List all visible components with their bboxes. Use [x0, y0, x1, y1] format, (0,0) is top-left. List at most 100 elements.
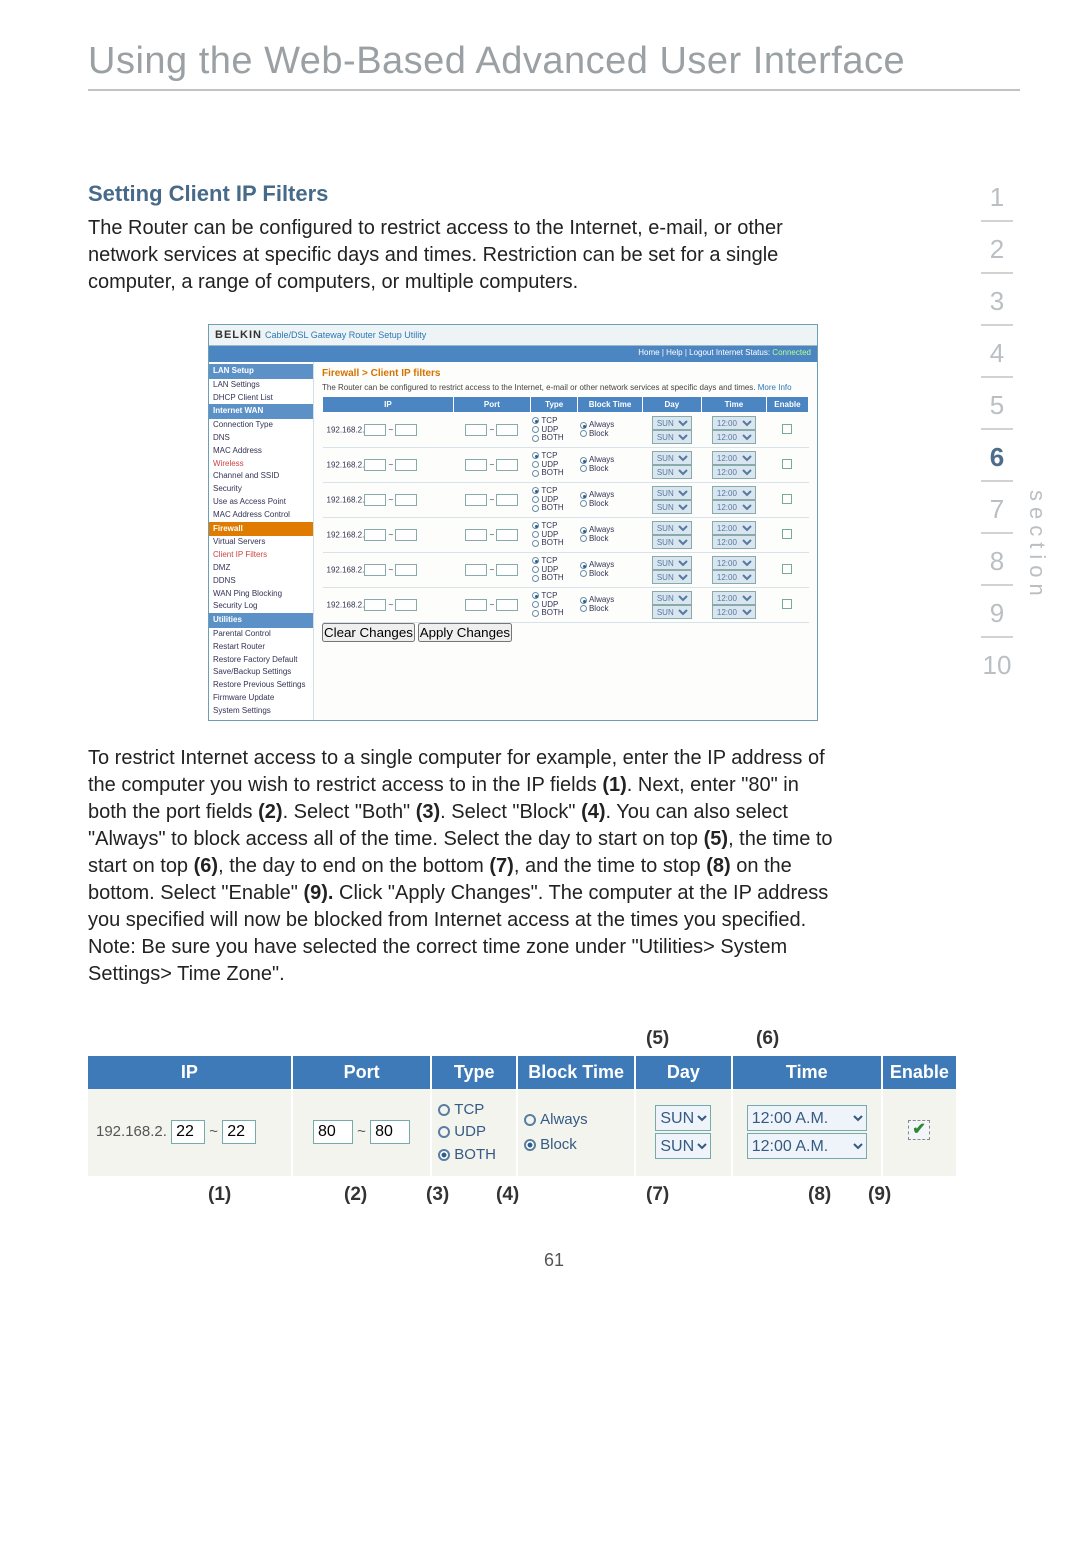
- section-nav-2[interactable]: 2: [974, 222, 1020, 272]
- time-start-select[interactable]: 12:00 A.M.: [712, 556, 756, 570]
- sidebar-item[interactable]: Connection Type: [209, 419, 313, 432]
- sidebar-item[interactable]: DHCP Client List: [209, 392, 313, 405]
- blocktime-radio[interactable]: [524, 1139, 536, 1151]
- type-radio[interactable]: [532, 461, 539, 468]
- ip-to-input[interactable]: [395, 599, 417, 611]
- time-start-select[interactable]: 12:00 A.M.: [712, 451, 756, 465]
- day-end-select[interactable]: SUN: [652, 570, 692, 584]
- enable-checkbox[interactable]: [782, 599, 792, 609]
- blocktime-radio[interactable]: [580, 465, 587, 472]
- type-radio[interactable]: [438, 1149, 450, 1161]
- sidebar-item[interactable]: Restore Factory Default: [209, 654, 313, 667]
- ip-from-input[interactable]: [364, 564, 386, 576]
- enable-checkbox[interactable]: [782, 494, 792, 504]
- time-start-select[interactable]: 12:00 A.M.: [747, 1105, 867, 1131]
- sidebar-item[interactable]: DDNS: [209, 575, 313, 588]
- type-radio[interactable]: [532, 531, 539, 538]
- type-radio[interactable]: [532, 540, 539, 547]
- sidebar-item[interactable]: Save/Backup Settings: [209, 666, 313, 679]
- sidebar-item[interactable]: Restart Router: [209, 641, 313, 654]
- port-to-input[interactable]: [496, 564, 518, 576]
- blocktime-radio[interactable]: [580, 605, 587, 612]
- ip-from-input[interactable]: [364, 424, 386, 436]
- port-from-input[interactable]: [465, 564, 487, 576]
- ip-from-input[interactable]: [364, 459, 386, 471]
- section-nav-8[interactable]: 8: [974, 534, 1020, 584]
- ip-to-input[interactable]: [395, 564, 417, 576]
- type-radio[interactable]: [532, 505, 539, 512]
- sidebar-item[interactable]: DMZ: [209, 562, 313, 575]
- ip-from-input[interactable]: [364, 494, 386, 506]
- port-to-input[interactable]: [370, 1120, 410, 1144]
- type-radio[interactable]: [532, 487, 539, 494]
- clear-changes-button[interactable]: Clear Changes: [322, 623, 415, 642]
- time-start-select[interactable]: 12:00 A.M.: [712, 591, 756, 605]
- day-end-select[interactable]: SUN: [655, 1133, 711, 1159]
- time-end-select[interactable]: 12:00 A.M.: [712, 465, 756, 479]
- type-radio[interactable]: [532, 522, 539, 529]
- sidebar-item[interactable]: MAC Address: [209, 445, 313, 458]
- type-radio[interactable]: [532, 470, 539, 477]
- day-start-select[interactable]: SUN: [652, 556, 692, 570]
- time-start-select[interactable]: 12:00 A.M.: [712, 416, 756, 430]
- type-radio[interactable]: [532, 557, 539, 564]
- day-start-select[interactable]: SUN: [652, 451, 692, 465]
- section-nav-7[interactable]: 7: [974, 482, 1020, 532]
- port-from-input[interactable]: [465, 424, 487, 436]
- type-radio[interactable]: [532, 435, 539, 442]
- blocktime-radio[interactable]: [580, 457, 587, 464]
- type-radio[interactable]: [532, 566, 539, 573]
- blocktime-radio[interactable]: [580, 562, 587, 569]
- port-to-input[interactable]: [496, 424, 518, 436]
- type-radio[interactable]: [438, 1104, 450, 1116]
- blocktime-radio[interactable]: [580, 492, 587, 499]
- ip-from-input[interactable]: [171, 1120, 205, 1144]
- time-end-select[interactable]: 12:00 A.M.: [712, 535, 756, 549]
- section-nav-1[interactable]: 1: [974, 170, 1020, 220]
- enable-checkbox[interactable]: [782, 424, 792, 434]
- day-start-select[interactable]: SUN: [652, 486, 692, 500]
- port-from-input[interactable]: [313, 1120, 353, 1144]
- day-start-select[interactable]: SUN: [655, 1105, 711, 1131]
- port-to-input[interactable]: [496, 459, 518, 471]
- enable-checkbox[interactable]: [782, 529, 792, 539]
- ip-to-input[interactable]: [395, 494, 417, 506]
- sidebar-item[interactable]: LAN Setup: [209, 364, 313, 379]
- sidebar-item[interactable]: Use as Access Point: [209, 496, 313, 509]
- sidebar-item[interactable]: Restore Previous Settings: [209, 679, 313, 692]
- type-radio[interactable]: [532, 610, 539, 617]
- time-end-select[interactable]: 12:00 A.M.: [712, 605, 756, 619]
- blocktime-radio[interactable]: [580, 430, 587, 437]
- time-start-select[interactable]: 12:00 A.M.: [712, 521, 756, 535]
- port-from-input[interactable]: [465, 529, 487, 541]
- topbar-links[interactable]: Home | Help | Logout Internet Status:: [638, 348, 772, 357]
- day-end-select[interactable]: SUN: [652, 535, 692, 549]
- ip-from-input[interactable]: [364, 529, 386, 541]
- day-start-select[interactable]: SUN: [652, 416, 692, 430]
- ip-to-input[interactable]: [395, 459, 417, 471]
- type-radio[interactable]: [532, 452, 539, 459]
- port-to-input[interactable]: [496, 529, 518, 541]
- day-start-select[interactable]: SUN: [652, 521, 692, 535]
- blocktime-radio[interactable]: [524, 1114, 536, 1126]
- type-radio[interactable]: [438, 1126, 450, 1138]
- section-nav-4[interactable]: 4: [974, 326, 1020, 376]
- blocktime-radio[interactable]: [580, 570, 587, 577]
- section-nav-3[interactable]: 3: [974, 274, 1020, 324]
- day-end-select[interactable]: SUN: [652, 465, 692, 479]
- sidebar-item[interactable]: Utilities: [209, 613, 313, 628]
- sidebar-item[interactable]: System Settings: [209, 705, 313, 718]
- blocktime-radio[interactable]: [580, 422, 587, 429]
- time-end-select[interactable]: 12:00 A.M.: [747, 1133, 867, 1159]
- type-radio[interactable]: [532, 592, 539, 599]
- sidebar-item[interactable]: Client IP Filters: [209, 549, 313, 562]
- ip-from-input[interactable]: [364, 599, 386, 611]
- sidebar-item[interactable]: Firewall: [209, 522, 313, 537]
- port-from-input[interactable]: [465, 599, 487, 611]
- sidebar-item[interactable]: MAC Address Control: [209, 509, 313, 522]
- sidebar-item[interactable]: Firmware Update: [209, 692, 313, 705]
- blocktime-radio[interactable]: [580, 597, 587, 604]
- day-end-select[interactable]: SUN: [652, 605, 692, 619]
- sidebar-item[interactable]: Internet WAN: [209, 404, 313, 419]
- time-start-select[interactable]: 12:00 A.M.: [712, 486, 756, 500]
